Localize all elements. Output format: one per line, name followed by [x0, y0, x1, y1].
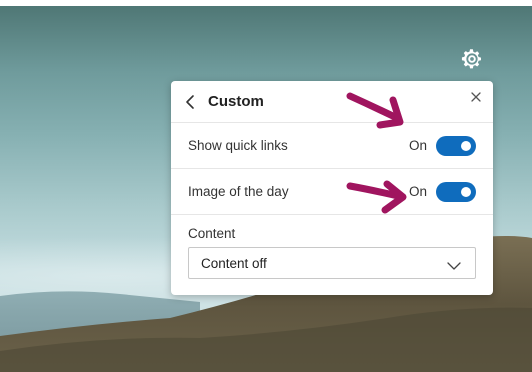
toggle-state-text: On — [409, 184, 428, 199]
gear-icon[interactable] — [459, 46, 485, 72]
content-dropdown[interactable]: Content off — [188, 247, 476, 279]
chevron-left-icon[interactable] — [183, 93, 199, 111]
setting-label: Image of the day — [188, 184, 289, 199]
panel-title: Custom — [208, 93, 264, 110]
content-label: Content — [188, 226, 236, 241]
setting-label: Show quick links — [188, 138, 288, 153]
image-of-day-toggle[interactable] — [436, 182, 476, 202]
toggle-knob — [461, 187, 471, 197]
setting-row-image-of-day: Image of the day On — [171, 169, 493, 215]
close-icon[interactable] — [470, 90, 482, 102]
toggle-knob — [461, 141, 471, 151]
custom-settings-panel: Custom Show quick links On Image of the … — [171, 81, 493, 295]
chevron-down-icon — [447, 258, 461, 270]
panel-header: Custom — [171, 81, 493, 123]
setting-row-quick-links: Show quick links On — [171, 123, 493, 169]
quick-links-toggle[interactable] — [436, 136, 476, 156]
dropdown-value: Content off — [201, 256, 267, 271]
toggle-state-text: On — [409, 138, 428, 153]
